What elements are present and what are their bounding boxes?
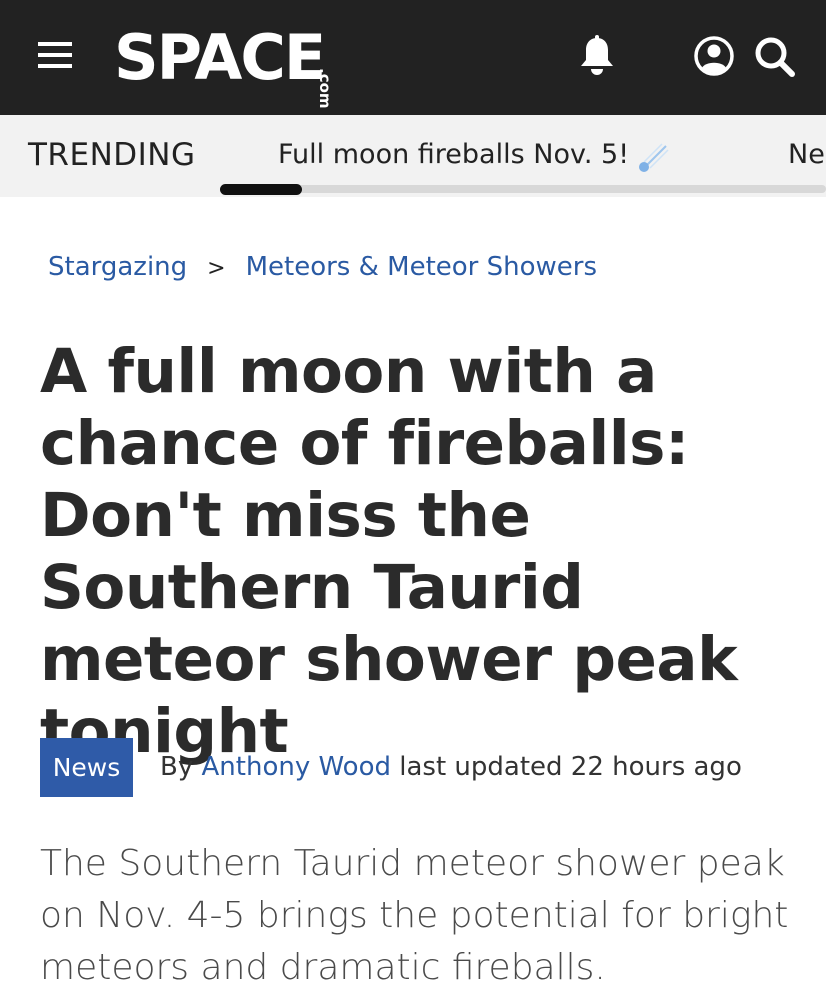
search-icon[interactable] (752, 34, 798, 78)
logo-text: SPACE (114, 21, 326, 94)
trending-item-next[interactable]: Ne (788, 137, 825, 173)
trending-scroll-thumb[interactable] (220, 184, 302, 195)
article-standfirst: The Southern Taurid meteor shower peak o… (40, 843, 789, 988)
news-badge[interactable]: News (40, 738, 133, 797)
site-header: SPACE .com (0, 0, 826, 115)
byline: By Anthony Wood last updated 22 hours ag… (160, 750, 742, 784)
bell-icon[interactable] (576, 34, 618, 78)
breadcrumb: Stargazing > Meteors & Meteor Showers (48, 250, 597, 286)
breadcrumb-stargazing[interactable]: Stargazing (48, 252, 187, 282)
breadcrumb-separator: > (207, 256, 226, 281)
byline-prefix: By (160, 752, 194, 782)
author-link[interactable]: Anthony Wood (202, 752, 391, 782)
menu-icon[interactable] (36, 38, 76, 72)
breadcrumb-meteors[interactable]: Meteors & Meteor Showers (246, 252, 597, 282)
comet-icon (639, 143, 669, 172)
trending-scroll-track (220, 185, 826, 193)
logo-suffix: .com (316, 68, 334, 109)
article-headline: A full moon with a chance of fireballs: … (40, 336, 738, 767)
account-icon[interactable] (692, 34, 736, 78)
updated-time: last updated 22 hours ago (399, 752, 742, 782)
trending-item-full-moon-fireballs[interactable]: Full moon fireballs Nov. 5! (278, 137, 629, 173)
trending-label: TRENDING (28, 137, 196, 173)
